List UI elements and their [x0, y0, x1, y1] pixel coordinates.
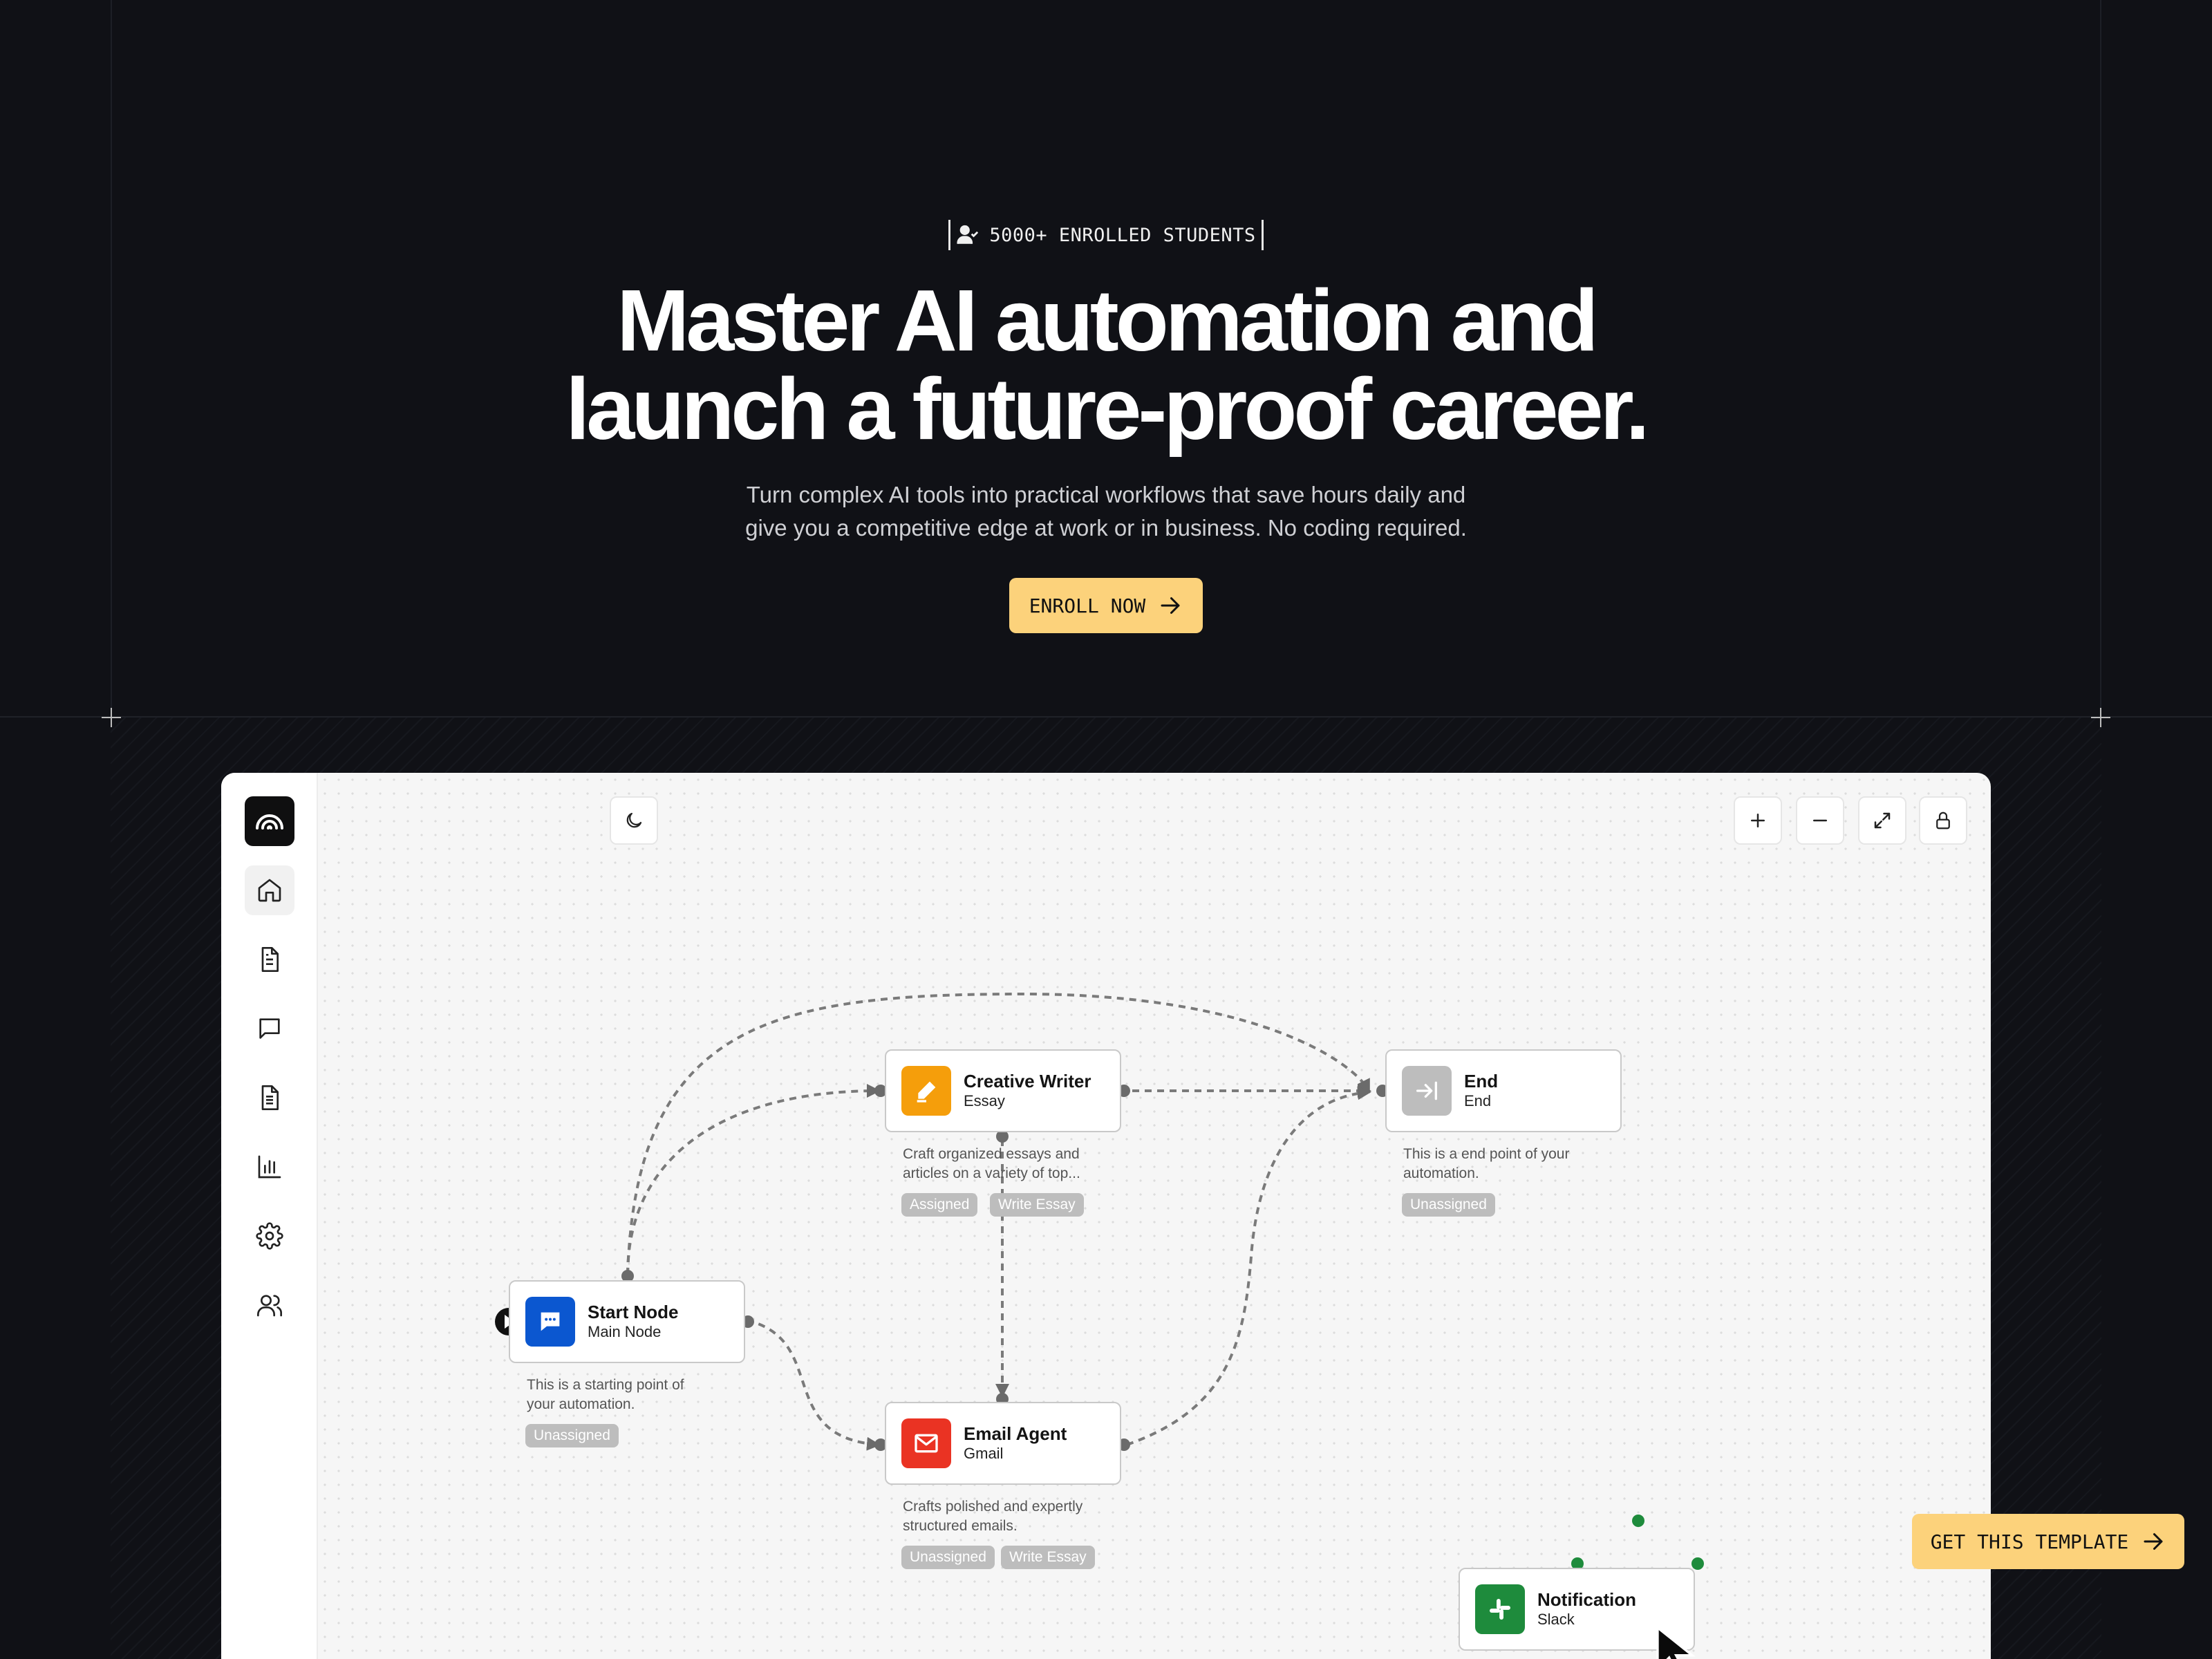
slack-icon: [1490, 1599, 1510, 1620]
message-icon: [541, 1312, 560, 1331]
node-end-title: End: [1464, 1071, 1499, 1091]
node-email-icon-wrap: [901, 1418, 951, 1468]
workflow-app-window: Creative Writer Essay Craft organized es…: [221, 773, 1991, 1659]
node-start[interactable]: Start Node Main Node: [509, 1280, 745, 1363]
node-email-subtitle: Gmail: [964, 1445, 1004, 1462]
node-notification-icon-wrap: [1475, 1584, 1525, 1634]
edge-email-to-end: [1126, 1086, 1371, 1446]
enrolled-badge: 5000+ ENROLLED STUDENTS: [948, 220, 1264, 250]
node-email-title: Email Agent: [964, 1423, 1067, 1444]
node-end-desc-line2: automation.: [1403, 1165, 1479, 1181]
node-creative-desc-line2: articles on a variety of top...: [903, 1165, 1080, 1181]
node-notification-subtitle: Slack: [1537, 1611, 1575, 1628]
get-this-template-button[interactable]: GET THIS TEMPLATE: [1912, 1514, 2184, 1569]
enroll-now-label: ENROLL NOW: [1029, 594, 1146, 617]
hero-subtitle: Turn complex AI tools into practical wor…: [726, 478, 1486, 545]
node-end-icon-wrap: [1402, 1066, 1452, 1116]
node-email-description: Crafts polished and expertly structured …: [903, 1497, 1110, 1536]
node-creative-writer[interactable]: Creative Writer Essay: [885, 1049, 1121, 1132]
hero-subtitle-line2: give you a competitive edge at work or i…: [745, 515, 1467, 541]
arrow-right-icon: [1161, 597, 1180, 614]
pencil-icon: [917, 1081, 936, 1103]
node-creative-subtitle: Essay: [964, 1092, 1005, 1109]
node-notification-title: Notification: [1537, 1589, 1636, 1610]
hero-subtitle-line1: Turn complex AI tools into practical wor…: [746, 482, 1466, 507]
hero-title-line1: Master AI automation and: [617, 272, 1599, 369]
node-end[interactable]: End End: [1385, 1049, 1622, 1132]
node-start-desc-line2: your automation.: [527, 1396, 635, 1412]
node-start-desc-line1: This is a starting point of: [527, 1377, 684, 1393]
tag-unassigned: Unassigned: [901, 1546, 995, 1569]
node-end-desc-line1: This is a end point of your: [1403, 1146, 1570, 1162]
node-email-desc-line1: Crafts polished and expertly: [903, 1499, 1083, 1515]
node-email-desc-line2: structured emails.: [903, 1518, 1018, 1534]
tag-assigned: Assigned: [901, 1193, 978, 1217]
node-creative-description: Craft organized essays and articles on a…: [903, 1145, 1110, 1183]
arrow-to-line-icon: [1416, 1081, 1437, 1100]
arrow-right-icon: [2144, 1533, 2163, 1550]
user-check-icon: [957, 225, 979, 244]
node-creative-icon-wrap: [901, 1066, 951, 1116]
node-creative-title: Creative Writer: [964, 1071, 1091, 1091]
node-end-description: This is a end point of your automation.: [1403, 1145, 1611, 1183]
guide-line-horizontal: [0, 716, 2212, 718]
edge-start-to-creative: [626, 1084, 881, 1275]
get-template-label: GET THIS TEMPLATE: [1930, 1530, 2129, 1553]
crosshair-left: [102, 708, 121, 727]
hero-title: Master AI automation and launch a future…: [0, 276, 2212, 453]
cursor-pointer-icon: [1656, 1625, 1696, 1659]
tag-write-essay: Write Essay: [1001, 1546, 1095, 1569]
tag-unassigned: Unassigned: [525, 1424, 619, 1447]
node-end-subtitle: End: [1464, 1092, 1492, 1109]
edge-start-to-email: [746, 1319, 881, 1451]
node-start-title: Start Node: [588, 1302, 679, 1322]
node-start-subtitle: Main Node: [588, 1323, 662, 1340]
enroll-now-button[interactable]: ENROLL NOW: [1009, 578, 1203, 633]
tag-unassigned: Unassigned: [1402, 1193, 1495, 1217]
badge-text: 5000+ ENROLLED STUDENTS: [989, 224, 1256, 246]
hero-title-line2: launch a future-proof career.: [565, 360, 1649, 458]
node-email-agent[interactable]: Email Agent Gmail: [885, 1402, 1121, 1485]
node-start-description: This is a starting point of your automat…: [527, 1376, 734, 1414]
crosshair-right: [2091, 708, 2110, 727]
tag-write-essay: Write Essay: [990, 1193, 1084, 1217]
node-creative-desc-line1: Craft organized essays and: [903, 1146, 1080, 1162]
mail-icon: [915, 1434, 938, 1453]
node-start-icon-wrap: [525, 1297, 575, 1347]
